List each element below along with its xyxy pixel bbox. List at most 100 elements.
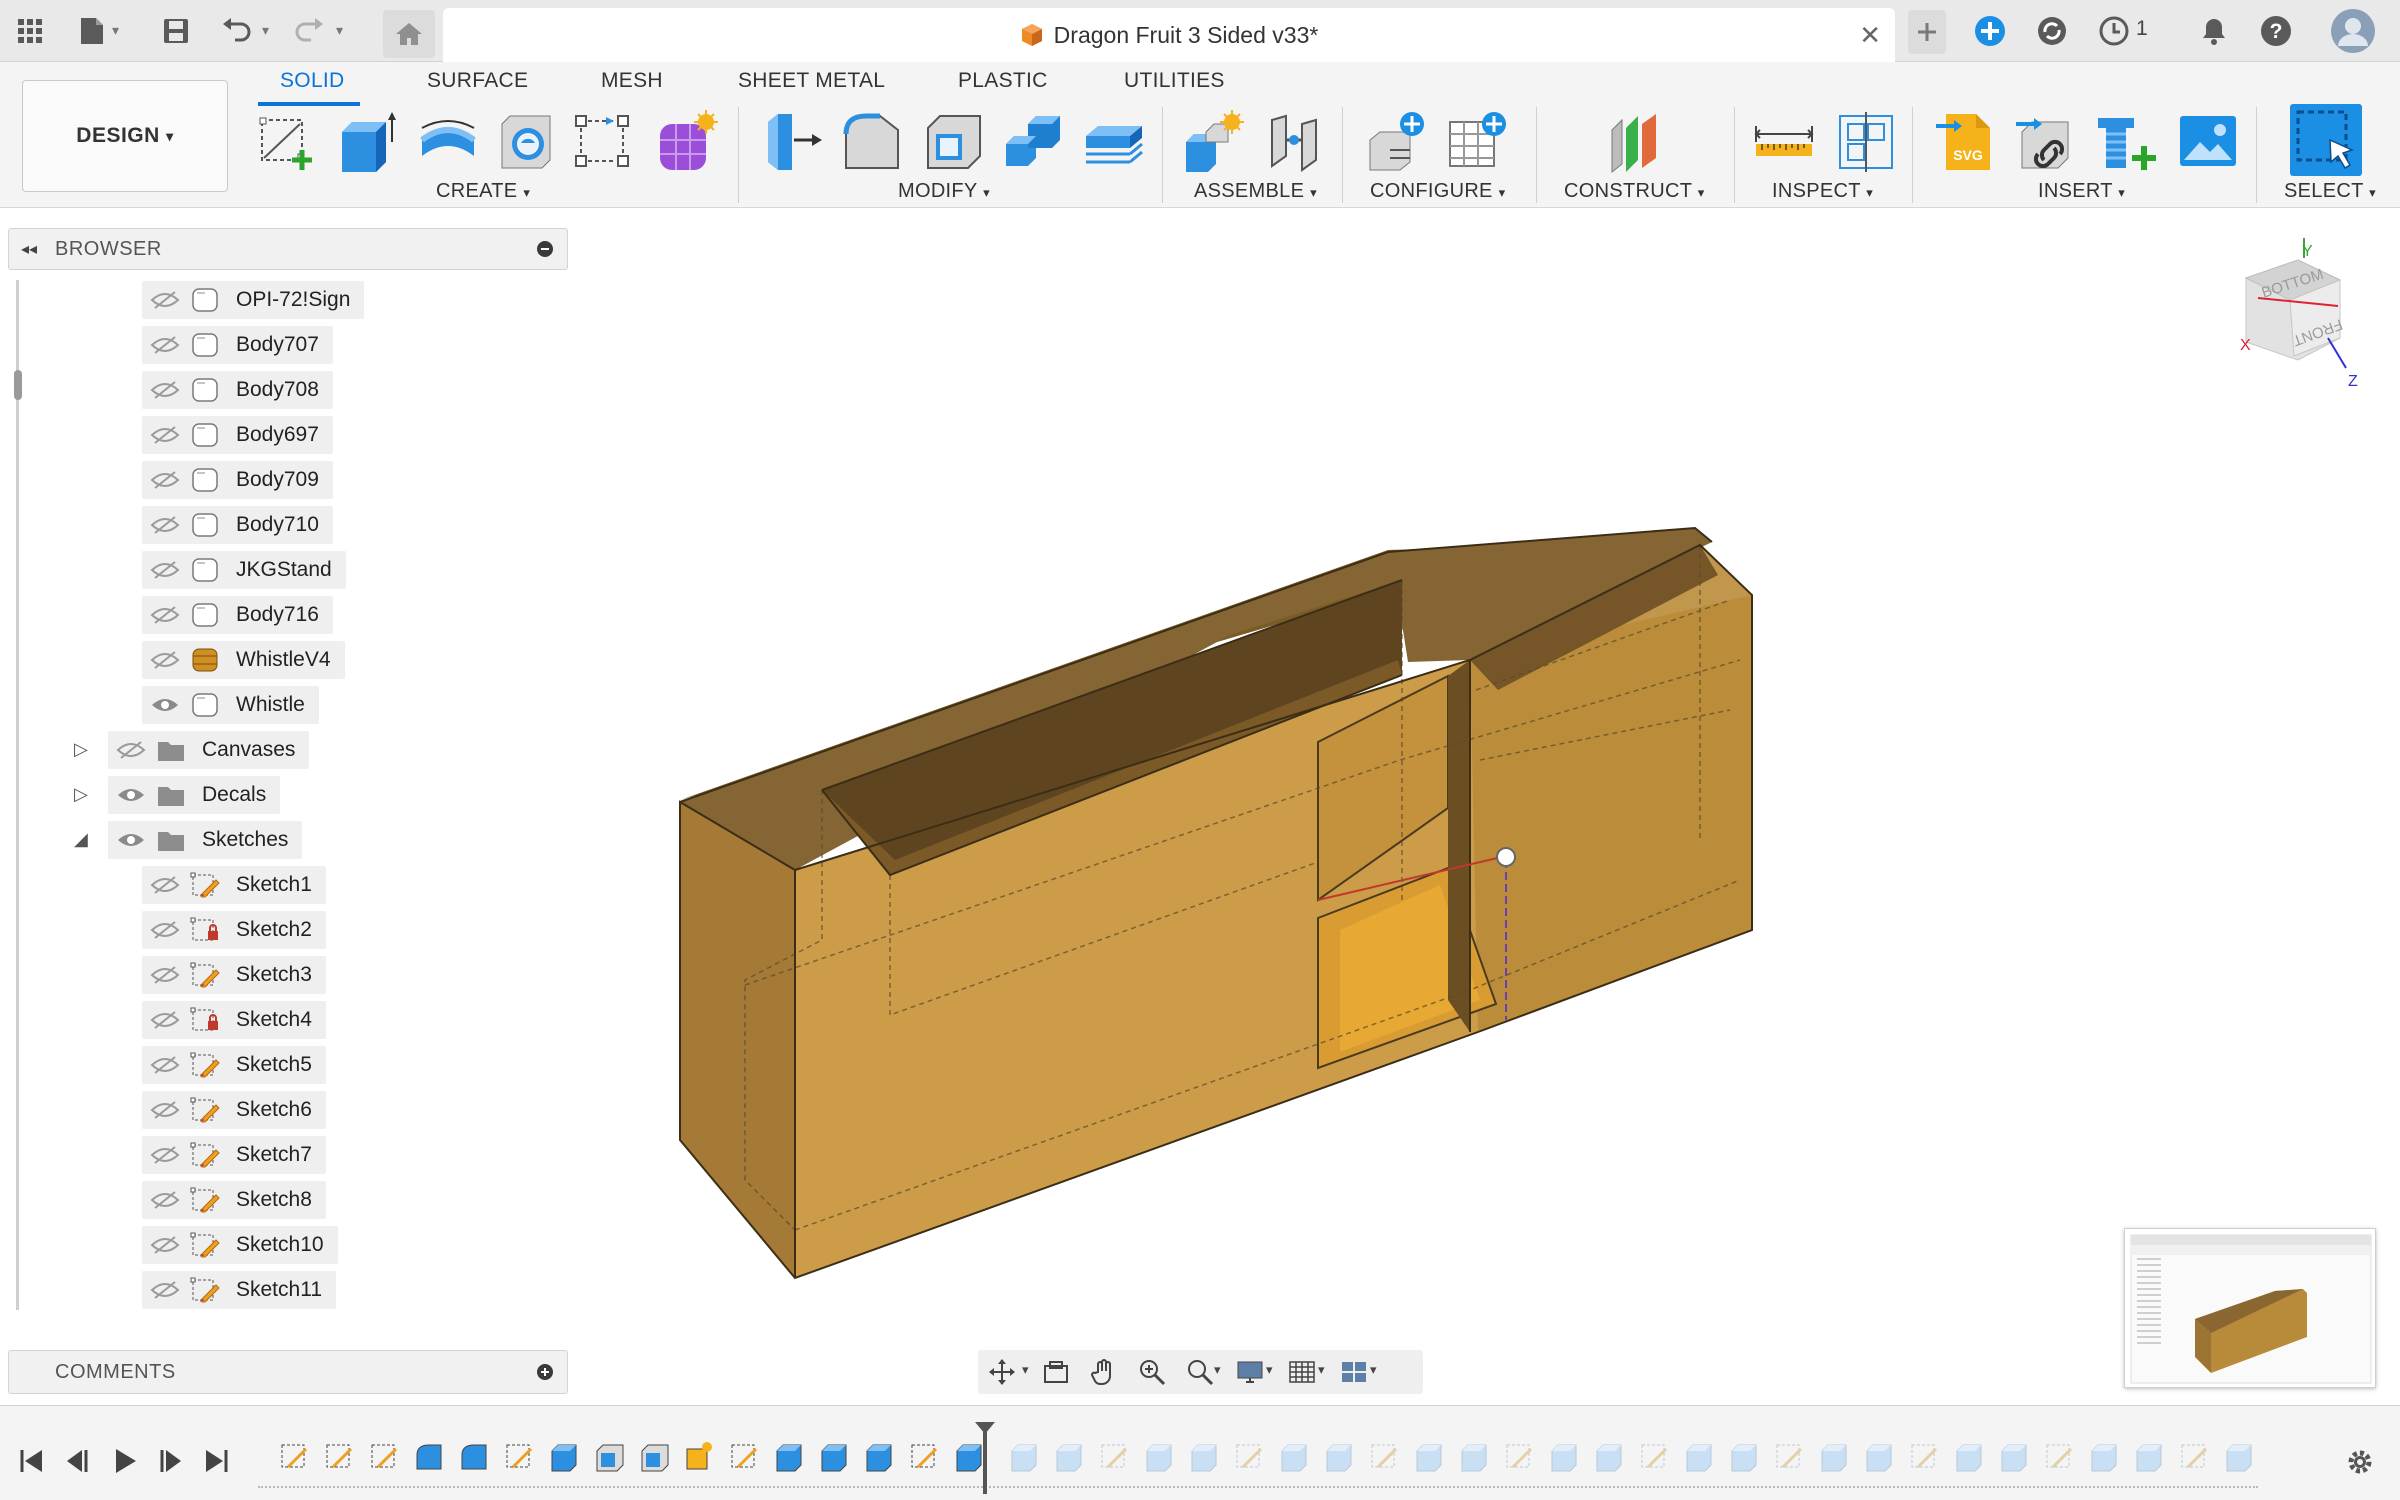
hidden-eye-icon[interactable] <box>150 290 180 310</box>
eye-icon[interactable] <box>150 1055 180 1075</box>
body-feature-icon[interactable] <box>1861 1439 1895 1473</box>
body-feature-icon[interactable] <box>1276 1439 1310 1473</box>
hidden-eye-icon[interactable] <box>150 380 180 400</box>
hidden-eye-icon[interactable] <box>150 335 180 355</box>
fillet-feature-icon[interactable] <box>411 1439 445 1473</box>
body-feature-icon[interactable] <box>1411 1439 1445 1473</box>
insert-menu[interactable]: INSERT ▾ <box>2038 180 2125 203</box>
sketch-feature-icon[interactable] <box>1501 1439 1535 1473</box>
sketch-feature-icon[interactable] <box>1636 1439 1670 1473</box>
tab-mesh[interactable]: MESH <box>601 69 663 93</box>
pattern-icon[interactable] <box>572 110 636 174</box>
file-menu-icon[interactable] <box>74 13 110 49</box>
new-tab-icon[interactable] <box>1908 10 1946 54</box>
extrude-icon[interactable] <box>334 110 398 174</box>
hidden-eye-icon[interactable] <box>150 650 180 670</box>
hidden-eye-icon[interactable] <box>150 560 180 580</box>
orbit-icon[interactable] <box>988 1358 1016 1386</box>
insert-canvas-icon[interactable] <box>2176 110 2240 174</box>
collapse-panel-icon[interactable]: ◂◂ <box>21 239 37 259</box>
browser-item-sketch5[interactable]: Sketch5 <box>142 1046 326 1084</box>
go-to-start-icon[interactable] <box>16 1446 46 1476</box>
eye-icon[interactable] <box>150 1145 180 1165</box>
joint-icon[interactable] <box>1262 110 1326 174</box>
fit-icon[interactable] <box>1186 1358 1214 1386</box>
hidden-eye-icon[interactable] <box>116 740 146 760</box>
browser-item-sketch2[interactable]: Sketch2 <box>142 911 326 949</box>
tab-sheet-metal[interactable]: SHEET METAL <box>738 69 885 93</box>
eye-icon[interactable] <box>150 1235 180 1255</box>
browser-item-opi-72-sign[interactable]: OPI-72!Sign <box>142 281 365 319</box>
body-feature-icon[interactable] <box>2221 1439 2255 1473</box>
press-pull-icon[interactable] <box>762 110 826 174</box>
canvas-viewport[interactable] <box>570 210 2400 1400</box>
shell-feature-icon[interactable] <box>591 1439 625 1473</box>
tab-plastic[interactable]: PLASTIC <box>958 69 1048 93</box>
extrude-feature-icon[interactable] <box>771 1439 805 1473</box>
selection-point[interactable] <box>1496 847 1516 867</box>
extrude-feature-icon[interactable] <box>546 1439 580 1473</box>
minimize-browser-icon[interactable] <box>537 241 553 257</box>
body-feature-icon[interactable] <box>1951 1439 1985 1473</box>
browser-item-sketch8[interactable]: Sketch8 <box>142 1181 326 1219</box>
save-icon[interactable] <box>158 13 194 49</box>
hidden-eye-icon[interactable] <box>150 470 180 490</box>
browser-item-sketch1[interactable]: Sketch1 <box>142 866 326 904</box>
component-feature-icon[interactable] <box>681 1439 715 1473</box>
insert-derive-icon[interactable] <box>2014 110 2078 174</box>
close-tab-icon[interactable]: ✕ <box>1859 20 1881 51</box>
eye-icon[interactable] <box>150 965 180 985</box>
body-feature-icon[interactable] <box>1006 1439 1040 1473</box>
workspace-switcher[interactable]: DESIGN ▾ <box>22 80 228 192</box>
insert-svg-icon[interactable]: SVG <box>1934 110 1998 174</box>
display-settings-icon[interactable] <box>1236 1358 1264 1386</box>
configure-menu[interactable]: CONFIGURE ▾ <box>1370 180 1505 203</box>
hidden-eye-icon[interactable] <box>150 515 180 535</box>
view-cube[interactable]: BOTTOM FRONT Y X Z <box>2218 238 2368 398</box>
body-feature-icon[interactable] <box>1051 1439 1085 1473</box>
create-menu[interactable]: CREATE ▾ <box>436 180 530 203</box>
browser-item-whistle[interactable]: Whistle <box>142 686 319 724</box>
browser-item-body708[interactable]: Body708 <box>142 371 333 409</box>
eye-icon[interactable] <box>150 920 180 940</box>
comments-panel[interactable]: COMMENTS <box>8 1350 568 1394</box>
tab-surface[interactable]: SURFACE <box>427 69 528 93</box>
eye-icon[interactable] <box>150 1100 180 1120</box>
body-feature-icon[interactable] <box>1681 1439 1715 1473</box>
eye-icon[interactable] <box>150 875 180 895</box>
browser-item-sketch6[interactable]: Sketch6 <box>142 1091 326 1129</box>
sketch-feature-icon[interactable] <box>1771 1439 1805 1473</box>
eye-icon[interactable] <box>116 785 146 805</box>
sketch-feature-icon[interactable] <box>2041 1439 2075 1473</box>
sketch-feature-icon[interactable] <box>1906 1439 1940 1473</box>
body-feature-icon[interactable] <box>1996 1439 2030 1473</box>
browser-item-body697[interactable]: Body697 <box>142 416 333 454</box>
body-feature-icon[interactable] <box>1186 1439 1220 1473</box>
modify-menu[interactable]: MODIFY ▾ <box>898 180 990 203</box>
sketch-feature-icon[interactable] <box>726 1439 760 1473</box>
sketch-feature-icon[interactable] <box>1096 1439 1130 1473</box>
browser-scrollbar[interactable] <box>14 370 22 400</box>
browser-item-body716[interactable]: Body716 <box>142 596 333 634</box>
expand-comments-icon[interactable] <box>537 1364 553 1380</box>
sketch-feature-icon[interactable] <box>276 1439 310 1473</box>
tab-utilities[interactable]: UTILITIES <box>1124 69 1225 93</box>
sketch-feature-icon[interactable] <box>501 1439 535 1473</box>
notifications-icon[interactable] <box>2196 13 2232 49</box>
timeline-settings-icon[interactable] <box>2344 1446 2376 1478</box>
display-caret-icon[interactable]: ▾ <box>1266 1362 1273 1378</box>
viewports-icon[interactable] <box>1340 1358 1368 1386</box>
eye-icon[interactable] <box>150 1280 180 1300</box>
tab-solid[interactable]: SOLID <box>280 69 345 93</box>
zoom-icon[interactable] <box>1138 1358 1166 1386</box>
fillet-feature-icon[interactable] <box>456 1439 490 1473</box>
sketch-feature-icon[interactable] <box>366 1439 400 1473</box>
assemble-menu[interactable]: ASSEMBLE ▾ <box>1194 180 1317 203</box>
app-grid-icon[interactable] <box>12 13 48 49</box>
collapse-arrow-icon[interactable]: ◢ <box>74 829 88 850</box>
create-form-icon[interactable] <box>654 110 718 174</box>
hole-icon[interactable] <box>494 110 558 174</box>
sketch-feature-icon[interactable] <box>2176 1439 2210 1473</box>
pan-icon[interactable] <box>1090 1358 1118 1386</box>
screen-thumbnail[interactable] <box>2124 1228 2376 1388</box>
